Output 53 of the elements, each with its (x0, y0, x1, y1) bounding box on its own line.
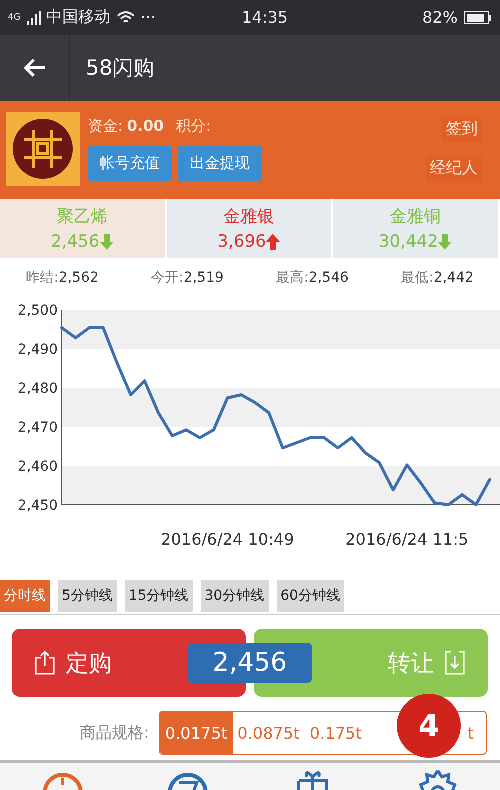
battery-icon (464, 10, 492, 24)
ticker-name: 金雅铜 (390, 206, 442, 228)
up-arrow-icon (266, 234, 280, 250)
battery-percent: 82% (422, 8, 458, 27)
price-stat: 最高:2,546 (276, 269, 349, 287)
account-link[interactable]: 签到 (442, 116, 482, 142)
price-stat: 最低:2,442 (401, 269, 474, 287)
y-axis-label: 2,480 (18, 381, 58, 397)
price-stat: 今开:2,519 (151, 269, 224, 287)
period-tab[interactable]: 15分钟线 (124, 580, 193, 612)
price-stat: 昨结:2,562 (26, 269, 99, 287)
down-arrow-icon (438, 234, 452, 250)
ticker-tab[interactable]: 金雅银 3,696 (166, 199, 334, 258)
ticker-price: 2,456 (51, 232, 100, 252)
x-axis-label: 2016/6/24 11:5 (346, 530, 469, 549)
funds-value: 0.00 (127, 116, 164, 136)
spec-option[interactable]: 0.0175t (160, 712, 233, 754)
spec-label: 商品规格: (80, 722, 150, 744)
ticker-price: 30,442 (378, 232, 438, 252)
page-title: 58闪购 (86, 55, 155, 82)
y-axis-label: 2,460 (18, 459, 58, 475)
period-tab[interactable]: 30分钟线 (200, 580, 269, 612)
y-axis-label: 2,500 (18, 303, 58, 319)
y-axis-label: 2,450 (18, 498, 58, 514)
network-label: 4G (8, 12, 21, 22)
ticker-name: 聚乙烯 (56, 206, 108, 228)
upload-icon (34, 650, 56, 676)
y-axis-label: 2,490 (18, 342, 58, 358)
funds-label: 资金: (88, 116, 124, 136)
y-axis-label: 2,470 (18, 420, 58, 436)
period-tab[interactable]: 60分钟线 (276, 580, 344, 612)
wifi-icon (116, 10, 135, 24)
ticker-tab[interactable]: 金雅铜 30,442 (333, 199, 500, 258)
account-button[interactable]: 帐号充值 (88, 146, 172, 180)
download-icon (444, 650, 466, 676)
period-tab[interactable]: 分时线 (0, 580, 50, 612)
ticker-name: 金雅银 (224, 206, 274, 228)
signal-icon (26, 10, 41, 24)
x-axis-label: 2016/6/24 10:49 (161, 530, 294, 549)
carrier-name: 中国移动 (46, 7, 111, 28)
logo-icon (6, 112, 80, 186)
count-badge: 4 (397, 694, 461, 758)
down-arrow-icon (100, 234, 114, 250)
account-button[interactable]: 出金提现 (178, 146, 262, 180)
account-link[interactable]: 经纪人 (426, 156, 482, 180)
ticker-tab[interactable]: 聚乙烯 2,456 (0, 199, 167, 258)
clock: 14:35 (242, 8, 288, 27)
ticker-price: 3,696 (218, 232, 266, 252)
back-arrow-icon (22, 58, 46, 78)
period-tab[interactable]: 5分钟线 (58, 580, 117, 612)
points-label: 积分: (176, 116, 212, 136)
price-tooltip: 2,456 (188, 643, 312, 683)
more-dots: ··· (140, 8, 156, 27)
